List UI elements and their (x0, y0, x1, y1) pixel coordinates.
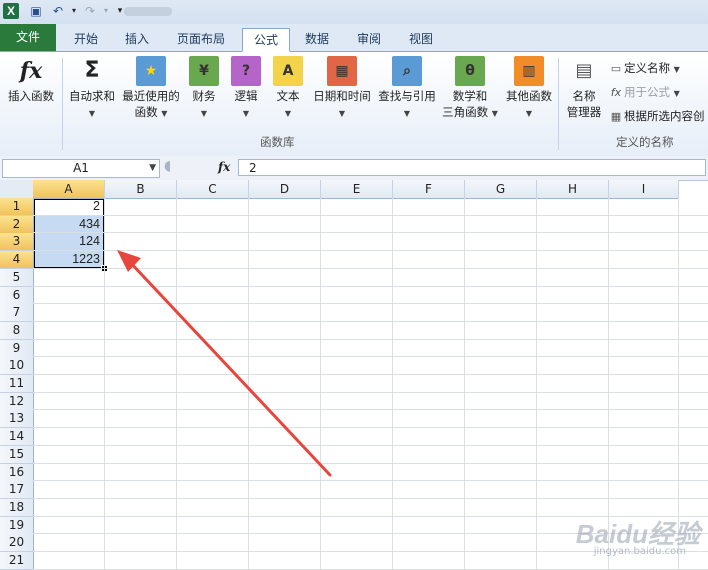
watermark-url: jingyan.baidu.com (593, 546, 686, 557)
baidu-jingyan-watermark: Baidu经验 jingyan.baidu.com (530, 514, 700, 562)
red-arrow-annotation (117, 250, 332, 477)
